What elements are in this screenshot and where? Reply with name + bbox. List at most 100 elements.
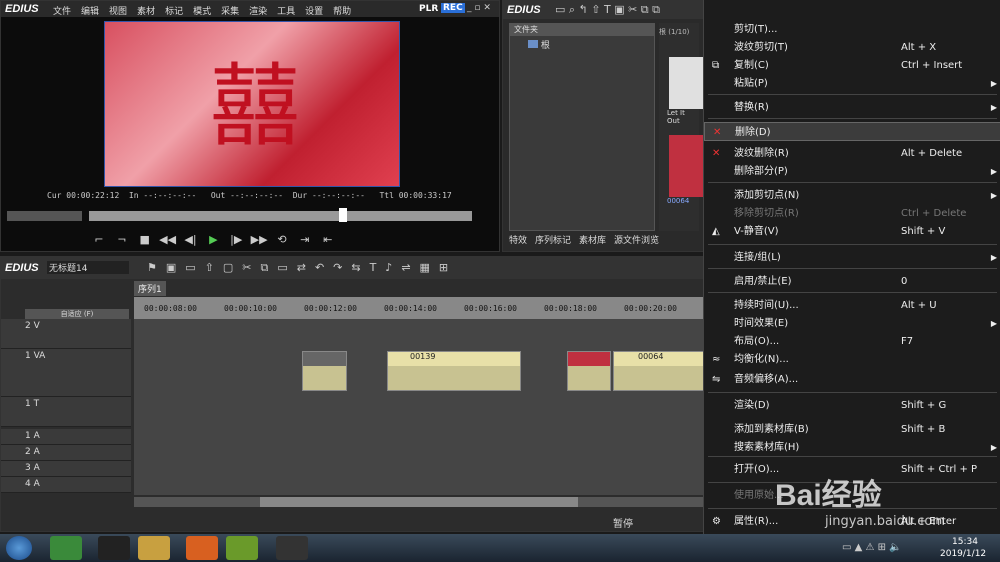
track-name: 2 V — [25, 321, 40, 331]
submenu-arrow-icon: ▶ — [990, 253, 997, 262]
menu-separator — [708, 118, 997, 119]
clip-00064[interactable]: 00064 — [613, 351, 706, 391]
ctx-item-13[interactable]: 持续时间(U)... Alt + U — [704, 296, 1000, 315]
ctx-label: 音频偏移(A)... — [734, 374, 799, 385]
ctx-label: 均衡化(N)... — [734, 354, 789, 365]
ctx-item-7[interactable]: 删除部分(P) ▶ — [704, 162, 1000, 181]
loop-icon[interactable]: ⟲ — [272, 233, 292, 246]
project-name: 无标题14 — [47, 261, 129, 274]
clip-a[interactable] — [302, 351, 347, 391]
ctx-item-2[interactable]: ⧉ 复制(C) Ctrl + Insert — [704, 56, 1000, 75]
ctx-item-17[interactable]: ⇋ 音频偏移(A)... — [704, 370, 1000, 389]
ctx-label: 删除部分(P) — [734, 166, 788, 177]
menu-9[interactable]: 设置 — [305, 7, 323, 17]
ctx-item-16[interactable]: ≈ 均衡化(N)... — [704, 350, 1000, 369]
shuttle-slider[interactable] — [7, 211, 82, 221]
overwrite-icon[interactable]: ⇤ — [318, 233, 338, 246]
ctx-item-0[interactable]: 剪切(T)... — [704, 20, 1000, 39]
timecode-bar: Cur 00:00:22:12 In --:--:--:-- Out --:--… — [47, 191, 452, 200]
sequence-tab[interactable]: 序列1 — [134, 281, 166, 296]
menu-10[interactable]: 帮助 — [333, 7, 351, 17]
ctx-item-20[interactable]: 搜索素材库(H) ▶ — [704, 438, 1000, 457]
menu-separator — [708, 182, 997, 183]
playhead-marker[interactable] — [339, 208, 347, 222]
step-back-icon[interactable]: ◀| — [181, 233, 201, 246]
ctx-item-9[interactable]: 移除剪切点(R) Ctrl + Delete — [704, 204, 1000, 223]
track-header-0[interactable]: 2 V — [1, 319, 131, 349]
system-tray-icons[interactable]: ▭ ▲ ⚠ ⊞ 🔈 — [842, 542, 902, 553]
start-button[interactable] — [6, 536, 32, 560]
insert-icon[interactable]: ⇥ — [295, 233, 315, 246]
menu-5[interactable]: 模式 — [193, 7, 211, 17]
ctx-item-5[interactable]: ✕ 删除(D) — [704, 122, 1000, 141]
video-preview: 囍 — [104, 21, 400, 187]
track-name: 3 A — [25, 463, 40, 473]
ctx-item-14[interactable]: 时间效果(E) ▶ — [704, 314, 1000, 333]
rec-badge[interactable]: REC — [441, 3, 465, 13]
ctx-item-11[interactable]: 连接/组(L) ▶ — [704, 248, 1000, 267]
track-header-2[interactable]: 1 T — [1, 397, 131, 427]
ctx-item-3[interactable]: 粘贴(P) ▶ — [704, 74, 1000, 93]
play-icon[interactable]: ▶ — [203, 233, 223, 246]
track-header-3[interactable]: 1 A — [1, 429, 131, 445]
ctx-item-15[interactable]: 布局(O)... F7 — [704, 332, 1000, 351]
ctx-item-10[interactable]: ◭ V-静音(V) Shift + V — [704, 222, 1000, 241]
mark-out-icon[interactable]: ¬ — [112, 233, 132, 246]
submenu-arrow-icon: ▶ — [990, 443, 997, 452]
ctx-item-6[interactable]: ✕ 波纹删除(R) Alt + Delete — [704, 144, 1000, 163]
bin-tab-2[interactable]: 素材库 — [579, 236, 606, 246]
ctx-item-19[interactable]: 添加到素材库(B) Shift + B — [704, 420, 1000, 439]
clip-red1[interactable] — [567, 351, 611, 391]
ctx-item-4[interactable]: 替换(R) ▶ — [704, 98, 1000, 117]
taskbar-app-1[interactable] — [50, 536, 82, 560]
bin-tab-1[interactable]: 序列标记 — [535, 236, 571, 246]
taskbar-app-2[interactable] — [98, 536, 130, 560]
menu-4[interactable]: 标记 — [165, 7, 183, 17]
taskbar-app-6[interactable] — [276, 536, 308, 560]
menu-7[interactable]: 渲染 — [249, 7, 267, 17]
time-ruler[interactable]: 00:00:08:00 00:00:10:00 00:00:12:00 00:00:1… — [134, 297, 706, 319]
bin-toolbar-icons[interactable]: ▭ ⌕ ↰ ⇧ T ▣ ✂ ⧉ ⧉ — [555, 3, 660, 17]
bin-tab-3[interactable]: 源文件浏览 — [614, 236, 659, 246]
ctx-item-12[interactable]: 启用/禁止(E) 0 — [704, 272, 1000, 291]
stop-icon[interactable]: ■ — [135, 233, 155, 246]
folder-root[interactable]: 根 — [510, 36, 654, 51]
ctx-item-1[interactable]: 波纹剪切(T) Alt + X — [704, 38, 1000, 57]
menu-0[interactable]: 文件 — [53, 7, 71, 17]
track-header-1[interactable]: 1 VA — [1, 349, 131, 397]
position-slider[interactable] — [89, 211, 472, 221]
folder-header: 文件夹 — [510, 24, 654, 36]
clip-00139[interactable]: 00139 — [387, 351, 521, 391]
track-header-4[interactable]: 2 A — [1, 445, 131, 461]
submenu-arrow-icon: ▶ — [990, 191, 997, 200]
timeline-tool-icons[interactable]: ⚑▣▭⇧▢✂⧉▭⇄↶↷⇆T♪⇌▦⊞ — [147, 261, 457, 275]
delete-icon: ✕ — [713, 127, 722, 138]
menu-3[interactable]: 素材 — [137, 7, 155, 17]
plr-badge[interactable]: PLR — [419, 4, 438, 14]
horizontal-scrollbar[interactable] — [134, 497, 706, 507]
ctx-label: 添加到素材库(B) — [734, 424, 809, 435]
menu-8[interactable]: 工具 — [277, 7, 295, 17]
ctx-label: V-静音(V) — [734, 226, 779, 237]
zoom-control[interactable]: 自适应 (F) — [25, 309, 129, 319]
track-header-5[interactable]: 3 A — [1, 461, 131, 477]
ctx-item-18[interactable]: 渲染(D) Shift + G — [704, 396, 1000, 415]
taskbar-app-3[interactable] — [138, 536, 170, 560]
menu-6[interactable]: 采集 — [221, 7, 239, 17]
submenu-arrow-icon: ▶ — [990, 103, 997, 112]
ctx-shortcut: Ctrl + Delete — [901, 208, 967, 219]
taskbar-app-4[interactable] — [186, 536, 218, 560]
fast-forward-icon[interactable]: ▶▶ — [249, 233, 269, 246]
rewind-icon[interactable]: ◀◀ — [158, 233, 178, 246]
menu-2[interactable]: 视图 — [109, 7, 127, 17]
menu-1[interactable]: 编辑 — [81, 7, 99, 17]
bin-tab-0[interactable]: 特效 — [509, 236, 527, 246]
track-name: 4 A — [25, 479, 40, 489]
window-controls[interactable]: _ ▫ ✕ — [467, 3, 491, 13]
step-forward-icon[interactable]: |▶ — [226, 233, 246, 246]
ctx-item-8[interactable]: 添加剪切点(N) ▶ — [704, 186, 1000, 205]
taskbar-app-5[interactable] — [226, 536, 258, 560]
mark-in-icon[interactable]: ⌐ — [89, 233, 109, 246]
track-header-6[interactable]: 4 A — [1, 477, 131, 493]
ctx-label: 启用/禁止(E) — [734, 276, 792, 287]
